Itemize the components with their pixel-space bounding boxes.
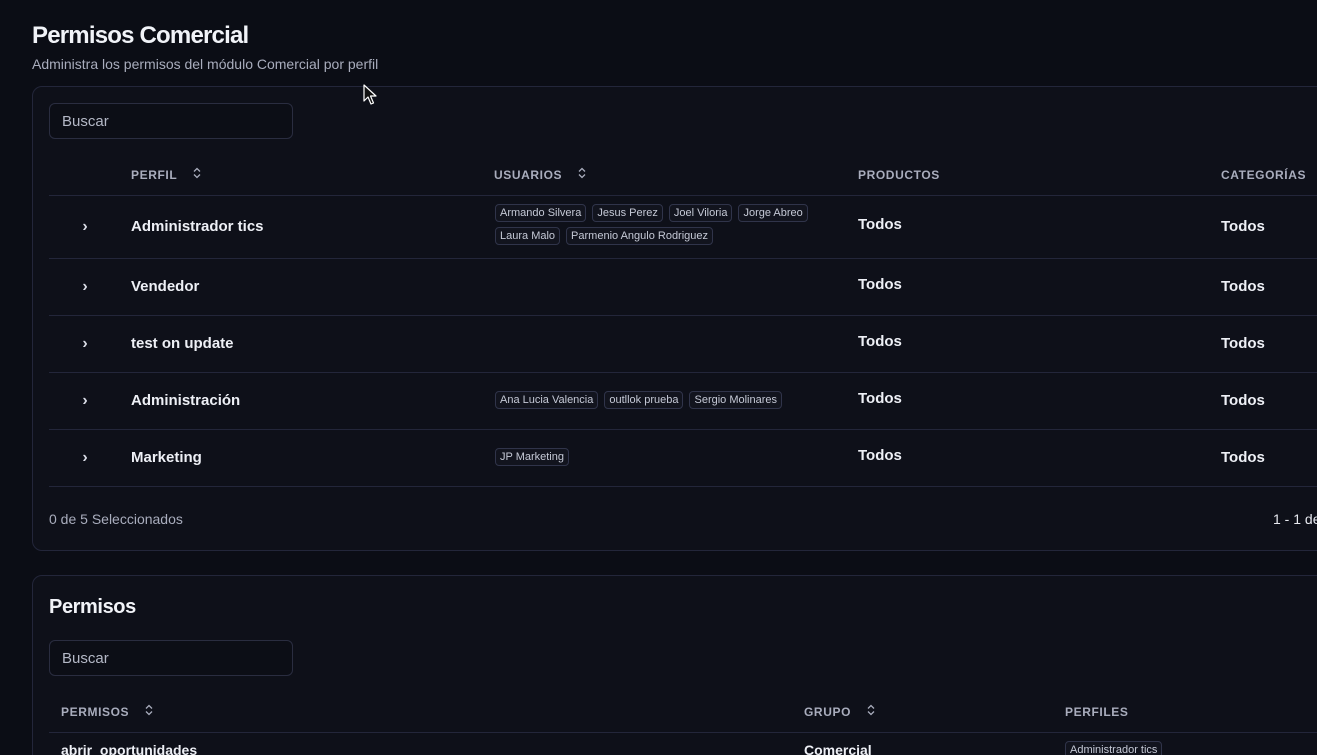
permisos-card: Permisos PERMISOS GRUPO PERFILES abrir_o… [32,575,1317,755]
selection-count: 0 de 5 Seleccionados [49,511,183,527]
user-chip: Ana Lucia Valencia [495,391,599,409]
perfil-name: Marketing [131,449,202,466]
categorias-value: Todos [1221,449,1265,466]
productos-value: Todos [858,390,902,407]
productos-value: Todos [858,216,902,233]
chevron-right-icon[interactable]: › [77,218,93,236]
table-row[interactable]: › Administrador tics Armando Silvera Jes… [49,196,1317,258]
page-title: Permisos Comercial [32,22,249,49]
perfil-name: Administración [131,392,241,409]
categorias-value: Todos [1221,278,1265,295]
table-row[interactable]: › Vendedor Todos Todos [49,259,1317,315]
sort-icon[interactable] [145,704,153,719]
categorias-value: Todos [1221,335,1265,352]
user-chip: Jorge Abreo [738,204,808,222]
divider [49,732,1317,733]
user-chip: outllok prueba [604,391,684,409]
section-title: Permisos [49,596,136,618]
user-chip: Sergio Molinares [689,391,783,409]
column-header-perfiles: PERFILES [1065,705,1129,719]
users-chip-list: Armando Silvera Jesus Perez Joel Viloria… [495,204,835,245]
user-chip: Jesus Perez [592,204,663,222]
table-row[interactable]: › Marketing JP Marketing Todos Todos [49,430,1317,486]
table-row[interactable]: › Administración Ana Lucia Valencia outl… [49,373,1317,429]
user-chip: JP Marketing [495,448,569,466]
productos-value: Todos [858,333,902,350]
perfil-chip: Administrador tics [1065,741,1163,755]
column-header-categorias: CATEGORÍAS [1221,168,1307,182]
profiles-search-input[interactable] [49,103,293,139]
users-chip-list: JP Marketing [495,448,835,466]
permiso-name: abrir_oportunidades [61,742,198,755]
perfil-name: test on update [131,335,234,352]
page-subtitle: Administra los permisos del módulo Comer… [32,56,379,72]
column-header-productos: PRODUCTOS [858,168,940,182]
chevron-right-icon[interactable]: › [77,278,93,296]
sort-icon[interactable] [578,167,586,182]
user-chip: Armando Silvera [495,204,587,222]
profiles-card: PERFIL USUARIOS PRODUCTOS CATEGORÍAS › A… [32,86,1317,551]
table-row[interactable]: › test on update Todos Todos [49,316,1317,372]
perfil-name: Administrador tics [131,218,264,235]
user-chip: Joel Viloria [668,204,733,222]
divider [49,486,1317,487]
permisos-search-input[interactable] [49,640,293,676]
sort-icon[interactable] [867,704,875,719]
sort-icon[interactable] [193,167,201,182]
productos-value: Todos [858,447,902,464]
column-header-permisos[interactable]: PERMISOS [61,704,153,720]
chevron-right-icon[interactable]: › [77,335,93,353]
categorias-value: Todos [1221,392,1265,409]
column-header-grupo[interactable]: GRUPO [804,704,875,720]
user-chip: Parmenio Angulo Rodriguez [566,227,714,245]
perfil-name: Vendedor [131,278,200,295]
mouse-pointer-icon [363,84,377,111]
column-header-usuarios[interactable]: USUARIOS [494,167,586,183]
categorias-value: Todos [1221,218,1265,235]
chevron-right-icon[interactable]: › [77,392,93,410]
grupo-value: Comercial [804,742,872,755]
chevron-right-icon[interactable]: › [77,449,93,467]
productos-value: Todos [858,276,902,293]
user-chip: Laura Malo [495,227,561,245]
pagination-info: 1 - 1 de [1273,511,1317,527]
column-header-perfil[interactable]: PERFIL [131,167,201,183]
users-chip-list: Ana Lucia Valencia outllok prueba Sergio… [495,391,835,409]
